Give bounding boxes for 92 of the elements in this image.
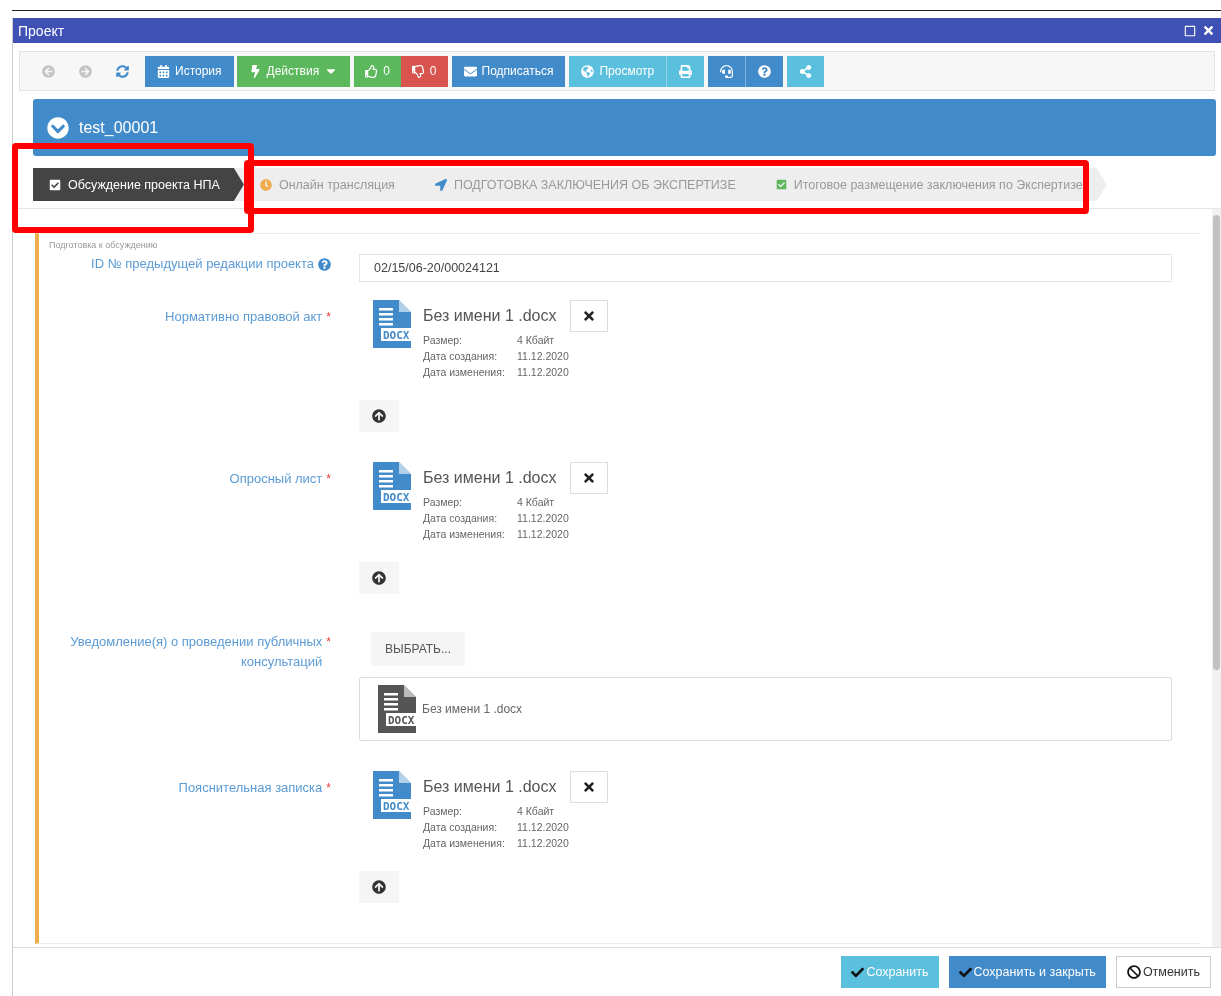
help-button[interactable] xyxy=(746,55,784,87)
upload-icon xyxy=(372,571,386,585)
meta-label: Размер: xyxy=(423,334,463,346)
section-label: Подготовка к обсуждению xyxy=(49,240,159,250)
print-button[interactable] xyxy=(667,55,705,87)
thumbs-up-icon xyxy=(365,64,379,78)
required-mark: * xyxy=(326,471,331,488)
file-name: Без имени 1 .docx xyxy=(423,469,557,487)
cancel-icon xyxy=(1126,965,1141,979)
record-title: test_00001 xyxy=(79,118,159,137)
field-label: Опросный лист xyxy=(229,470,323,488)
lightning-icon xyxy=(248,64,262,78)
check-icon xyxy=(851,965,865,979)
scrollbar[interactable] xyxy=(1212,209,1221,947)
collapse-icon[interactable] xyxy=(47,116,69,139)
required-mark: * xyxy=(326,309,331,326)
meta-value: 4 Кбайт xyxy=(517,334,556,346)
file-name: Без имени 1 .docx xyxy=(422,702,523,716)
arrow-icon xyxy=(434,178,447,191)
meta-value: 11.12.2020 xyxy=(517,350,570,362)
step-tab[interactable]: Итоговое размещение заключения по Экспертизе xyxy=(749,168,1107,201)
checkbox-icon xyxy=(775,179,787,190)
field-label: Нормативно правовой акт xyxy=(165,308,323,326)
preview-button[interactable]: Просмотр xyxy=(569,55,668,87)
file-name: Без имени 1 .docx xyxy=(423,778,557,796)
help-icon xyxy=(758,64,772,78)
upload-icon xyxy=(372,409,386,423)
step-tab[interactable]: Обсуждение проекта НПА xyxy=(33,168,244,201)
meta-label: Дата изменения: xyxy=(423,528,506,540)
calendar-icon xyxy=(157,64,170,78)
required-mark: * xyxy=(326,634,331,651)
thumbs-down-icon xyxy=(411,64,425,78)
meta-value: 11.12.2020 xyxy=(517,512,570,524)
share-button[interactable] xyxy=(787,55,825,87)
upload-button[interactable] xyxy=(359,871,399,903)
back-icon xyxy=(42,64,55,78)
support-button[interactable] xyxy=(708,55,747,87)
refresh-icon xyxy=(116,64,129,78)
remove-button[interactable] xyxy=(570,462,609,494)
save-button[interactable]: Сохранить xyxy=(841,956,939,988)
dislike-button[interactable]: 0 xyxy=(400,55,448,87)
upload-button[interactable] xyxy=(359,562,399,594)
globe-icon xyxy=(581,64,595,78)
meta-value: 4 Кбайт xyxy=(517,805,556,817)
meta-label: Дата изменения: xyxy=(423,366,506,378)
save-button[interactable]: Сохранить и закрыть xyxy=(948,956,1106,988)
field-label: ID № предыдущей редакции проекта xyxy=(91,255,314,273)
meta-label: Размер: xyxy=(423,805,463,817)
file-name: Без имени 1 .docx xyxy=(423,307,557,325)
close-icon xyxy=(582,309,597,323)
meta-value: 11.12.2020 xyxy=(517,528,570,540)
maximize-icon[interactable] xyxy=(1184,24,1196,37)
meta-value: 11.12.2020 xyxy=(517,821,570,833)
field-label: Пояснительная записка xyxy=(178,779,323,797)
meta-value: 11.12.2020 xyxy=(517,837,570,849)
actions-button[interactable]: Действия xyxy=(236,55,351,87)
cancel-button[interactable]: Отменить xyxy=(1115,956,1211,988)
remove-button[interactable] xyxy=(570,300,609,332)
upload-button[interactable] xyxy=(359,400,399,432)
choose-button[interactable]: ВЫБРАТЬ... xyxy=(371,632,465,666)
close-icon xyxy=(582,471,597,485)
print-icon xyxy=(679,64,693,78)
meta-value: 11.12.2020 xyxy=(517,366,570,378)
window-title: Проект xyxy=(18,22,65,39)
meta-label: Дата изменения: xyxy=(423,837,506,849)
checkbox-icon xyxy=(49,178,61,191)
required-mark: * xyxy=(326,780,331,797)
share-icon xyxy=(799,64,813,78)
forward-icon xyxy=(79,64,92,78)
text-field[interactable]: 02/15/06-20/00024121 xyxy=(359,254,1172,282)
meta-value: 4 Кбайт xyxy=(517,496,556,508)
headset-icon xyxy=(720,64,734,78)
meta-label: Дата создания: xyxy=(423,350,499,362)
close-icon xyxy=(582,780,597,794)
check-icon xyxy=(958,965,972,979)
field-label: Уведомление(я) о проведении публичных консультаций xyxy=(69,633,323,671)
subscribe-button[interactable]: Подписаться xyxy=(451,55,566,87)
meta-label: Размер: xyxy=(423,496,463,508)
document-icon: DOCX xyxy=(376,685,418,733)
close-icon[interactable] xyxy=(1202,24,1215,37)
remove-button[interactable] xyxy=(570,771,609,803)
meta-label: Дата создания: xyxy=(423,512,499,524)
clock-icon xyxy=(259,178,272,191)
document-icon: DOCX xyxy=(371,771,413,819)
like-button[interactable]: 0 xyxy=(354,55,401,87)
upload-icon xyxy=(372,880,386,894)
step-tab[interactable]: ПОДГОТОВКА ЗАКЛЮЧЕНИЯ ОБ ЭКСПЕРТИЗЕ xyxy=(408,168,760,201)
document-icon: DOCX xyxy=(371,300,413,348)
envelope-icon xyxy=(463,64,477,78)
document-icon: DOCX xyxy=(371,462,413,510)
meta-label: Дата создания: xyxy=(423,821,499,833)
history-button[interactable]: История xyxy=(145,55,234,87)
